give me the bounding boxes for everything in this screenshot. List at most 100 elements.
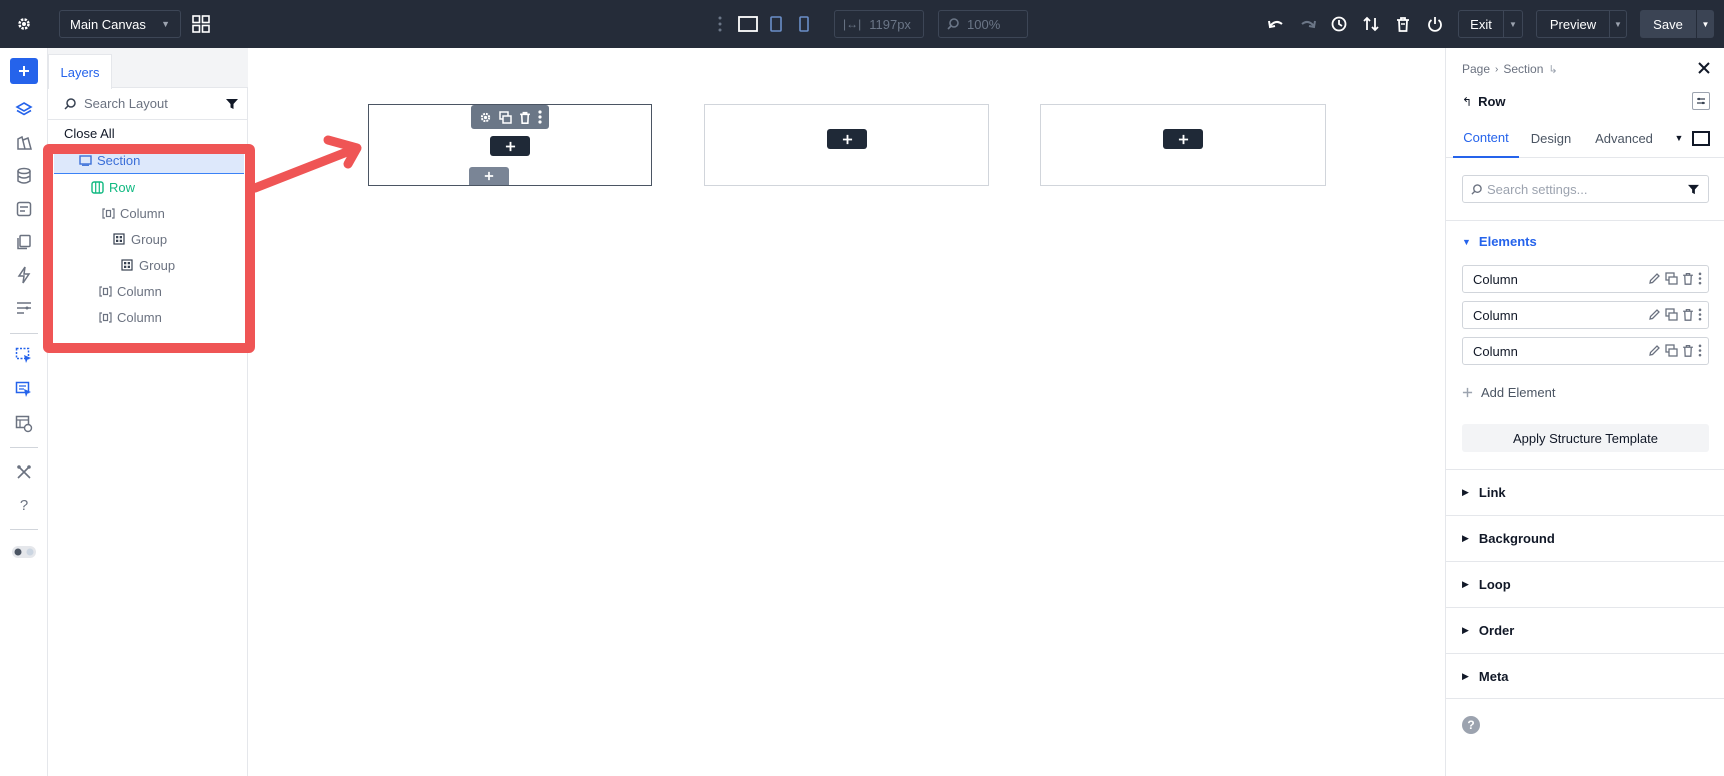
caret-down-icon[interactable]: ▼ xyxy=(1671,118,1687,158)
add-row-button[interactable] xyxy=(469,167,509,185)
power-icon[interactable] xyxy=(1423,12,1447,36)
caret-right-icon: ▶ xyxy=(1462,579,1469,589)
preview-button[interactable]: Preview xyxy=(1536,10,1610,38)
element-label: Column xyxy=(1473,343,1518,359)
close-icon[interactable] xyxy=(1694,58,1714,78)
exit-button[interactable]: Exit xyxy=(1458,10,1504,38)
lightning-icon[interactable] xyxy=(0,263,48,287)
tools-icon[interactable] xyxy=(0,460,48,484)
trash-icon[interactable] xyxy=(1391,12,1415,36)
filter-icon[interactable] xyxy=(1688,184,1699,195)
duplicate-icon[interactable] xyxy=(1665,344,1678,357)
trash-icon[interactable] xyxy=(1682,344,1694,357)
settings-search-input[interactable]: Search settings... xyxy=(1462,175,1709,203)
settings-sliders-icon[interactable] xyxy=(0,296,48,320)
canvas-select-value: Main Canvas xyxy=(70,16,146,32)
structure-toggle-icon[interactable] xyxy=(1692,92,1710,110)
more-vertical-icon[interactable] xyxy=(1698,272,1702,285)
interaction-icon[interactable] xyxy=(0,344,48,368)
exit-dropdown-icon[interactable]: ▼ xyxy=(1503,10,1523,38)
trash-icon[interactable] xyxy=(519,111,531,124)
save-dropdown-icon[interactable]: ▼ xyxy=(1696,10,1714,38)
help-circle-icon[interactable]: ? xyxy=(1462,716,1480,734)
theme-toggle-icon[interactable] xyxy=(0,540,48,564)
zoom-input[interactable]: 100% xyxy=(938,10,1028,38)
breadcrumb-item[interactable]: Page xyxy=(1462,62,1490,76)
mobile-icon[interactable] xyxy=(794,14,814,34)
accordion-loop[interactable]: ▶ Loop xyxy=(1446,561,1724,607)
back-arrow-icon[interactable]: ↰ xyxy=(1462,95,1472,109)
settings-search-placeholder: Search settings... xyxy=(1487,181,1588,197)
layers-search[interactable]: Search Layout xyxy=(48,88,248,120)
canvas-column[interactable] xyxy=(368,104,652,186)
apply-structure-template-button[interactable]: Apply Structure Template xyxy=(1462,424,1709,452)
gear-icon[interactable] xyxy=(479,111,492,124)
redo-icon[interactable] xyxy=(1296,12,1320,36)
canvas-column[interactable] xyxy=(1040,104,1326,186)
exit-label: Exit xyxy=(1470,16,1492,32)
left-rail: ? xyxy=(0,48,48,776)
add-block-button[interactable] xyxy=(490,136,530,156)
more-vertical-icon[interactable] xyxy=(714,14,726,34)
accordion-background[interactable]: ▶ Background xyxy=(1446,515,1724,561)
layers-search-placeholder: Search Layout xyxy=(84,96,168,111)
element-row[interactable]: Column xyxy=(1462,301,1709,329)
add-element-label: Add Element xyxy=(1481,385,1556,400)
tab-layers[interactable]: Layers xyxy=(48,54,112,89)
add-block-button[interactable] xyxy=(1163,129,1203,149)
tab-content[interactable]: Content xyxy=(1453,118,1519,158)
tab-design[interactable]: Design xyxy=(1523,118,1579,158)
accordion-label: Background xyxy=(1478,531,1555,546)
main-canvas[interactable] xyxy=(248,48,1445,776)
canvas-column[interactable] xyxy=(704,104,989,186)
duplicate-icon[interactable] xyxy=(1665,272,1678,285)
rail-divider xyxy=(10,447,38,448)
history-icon[interactable] xyxy=(1327,12,1351,36)
close-all-button[interactable]: Close All xyxy=(64,126,115,141)
trash-icon[interactable] xyxy=(1682,272,1694,285)
accordion-label: Link xyxy=(1478,485,1506,500)
more-vertical-icon[interactable] xyxy=(537,110,542,124)
multi-select-icon[interactable] xyxy=(0,378,48,402)
form-icon[interactable] xyxy=(0,197,48,221)
pages-icon[interactable] xyxy=(0,230,48,254)
canvas-select[interactable]: Main Canvas ▼ xyxy=(59,10,181,38)
add-element-link[interactable]: Add Element xyxy=(1462,385,1555,400)
tab-advanced[interactable]: Advanced xyxy=(1585,118,1663,158)
elements-section-header[interactable]: ▼ Elements xyxy=(1462,234,1537,249)
gear-icon[interactable] xyxy=(12,12,36,36)
layers-icon[interactable] xyxy=(0,98,48,122)
duplicate-icon[interactable] xyxy=(498,110,512,124)
duplicate-icon[interactable] xyxy=(1665,308,1678,321)
grid-icon[interactable] xyxy=(189,12,213,36)
undo-icon[interactable] xyxy=(1264,12,1288,36)
edit-icon[interactable] xyxy=(1648,344,1661,357)
filter-icon[interactable] xyxy=(226,98,238,110)
accordion-link[interactable]: ▶ Link xyxy=(1446,469,1724,515)
edit-icon[interactable] xyxy=(1648,308,1661,321)
desktop-icon[interactable] xyxy=(736,14,760,34)
edit-icon[interactable] xyxy=(1648,272,1661,285)
accordion-label: Meta xyxy=(1478,668,1509,684)
help-icon[interactable]: ? xyxy=(0,493,48,517)
styles-icon[interactable] xyxy=(0,131,48,155)
save-button[interactable]: Save xyxy=(1640,10,1696,38)
template-icon[interactable] xyxy=(0,412,48,436)
preview-dropdown-icon[interactable]: ▼ xyxy=(1609,10,1627,38)
accordion-meta[interactable]: ▶ Meta xyxy=(1446,653,1724,699)
more-vertical-icon[interactable] xyxy=(1698,308,1702,321)
element-row[interactable]: Column xyxy=(1462,265,1709,293)
element-row[interactable]: Column xyxy=(1462,337,1709,365)
more-vertical-icon[interactable] xyxy=(1698,344,1702,357)
accordion-order[interactable]: ▶ Order xyxy=(1446,607,1724,653)
width-input[interactable]: |↔| 1197px xyxy=(834,10,924,38)
add-block-button[interactable] xyxy=(827,129,867,149)
box-model-icon[interactable] xyxy=(1689,118,1713,158)
add-element-button[interactable] xyxy=(10,58,38,84)
tablet-icon[interactable] xyxy=(766,14,786,34)
panel-tabs: Content Design Advanced ▼ xyxy=(1446,118,1724,158)
database-icon[interactable] xyxy=(0,164,48,188)
trash-icon[interactable] xyxy=(1682,308,1694,321)
breadcrumb-item[interactable]: Section xyxy=(1503,62,1543,76)
sort-icon[interactable] xyxy=(1359,12,1383,36)
